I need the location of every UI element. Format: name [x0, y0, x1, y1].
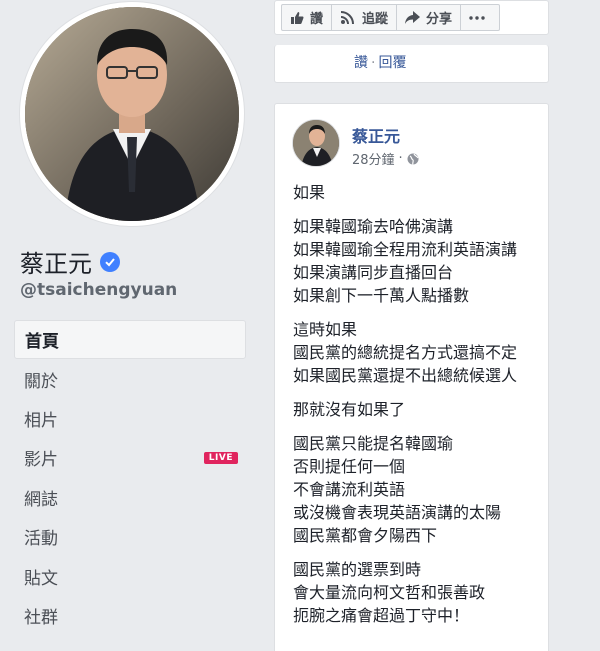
- nav-item-label: 首頁: [25, 332, 59, 353]
- post-paragraph: 這時如果國民黨的總統提名方式還搞不定 如果國民黨還提不出總統候選人: [293, 318, 543, 387]
- nav-item-videos[interactable]: 影片 LIVE: [14, 438, 246, 477]
- post-line: 否則提任何一個: [293, 457, 406, 476]
- post-line: 或沒機會表現英語演講的太陽: [293, 503, 502, 522]
- nav-item-label: 影片: [24, 450, 58, 471]
- globe-icon[interactable]: [407, 153, 419, 165]
- post-line: 如果創下一千萬人點播數: [293, 286, 470, 305]
- post-line: 如果: [293, 183, 326, 202]
- nav-item-notes[interactable]: 網誌: [14, 478, 246, 517]
- portrait-illustration: [25, 7, 239, 221]
- page-action-bar: 讚 追蹤 分享: [274, 0, 549, 35]
- profile-picture[interactable]: [20, 2, 244, 226]
- post-line: 國民黨的總統提名方式還搞不定: [293, 343, 518, 362]
- post-line: 國民黨的選票到時: [293, 560, 422, 579]
- separator-dot: ·: [398, 151, 403, 166]
- profile-column: 蔡正元 @tsaichengyuan 首頁 關於 相片 影片 LIVE 網誌 活動…: [0, 0, 262, 651]
- post-line: 不會講流利英語: [293, 480, 406, 499]
- previous-post-comment-strip: 讚 · 回覆: [274, 45, 549, 83]
- author-portrait: [293, 120, 339, 166]
- nav-item-label: 關於: [24, 371, 58, 392]
- post-line: 那就沒有如果了: [293, 400, 406, 419]
- post-meta: 28分鐘 ·: [352, 149, 419, 168]
- nav-item-label: 社群: [24, 607, 58, 628]
- follow-button[interactable]: 追蹤: [332, 4, 398, 31]
- post-line: 如果演講同步直播回台: [293, 263, 454, 282]
- post-line: 會大量流向柯文哲和張善政: [293, 583, 486, 602]
- more-icon: [469, 15, 485, 20]
- more-options-button[interactable]: [461, 4, 501, 31]
- post-paragraph: 如果: [293, 181, 543, 204]
- nav-item-events[interactable]: 活動: [14, 517, 246, 556]
- rss-icon: [340, 10, 355, 24]
- follow-label: 追蹤: [362, 12, 389, 27]
- nav-item-about[interactable]: 關於: [14, 359, 246, 398]
- profile-name-row: 蔡正元: [20, 244, 120, 279]
- post-line: 如果國民黨還提不出總統候選人: [293, 366, 518, 385]
- post-line: 國民黨都會夕陽西下: [293, 526, 438, 545]
- nav-item-photos[interactable]: 相片: [14, 399, 246, 438]
- nav-item-label: 網誌: [24, 489, 58, 510]
- post-line: 扼腕之痛會超過丁守中！: [293, 606, 470, 625]
- post-line: 這時如果: [293, 320, 358, 339]
- post-paragraph: 國民黨的選票到時會大量流向柯文哲和張善政 扼腕之痛會超過丁守中！: [293, 558, 543, 627]
- comment-reply-link[interactable]: 回覆: [378, 55, 406, 71]
- page-title[interactable]: 蔡正元: [20, 244, 92, 279]
- post-text: 如果如果韓國瑜去哈佛演講如果韓國瑜全程用流利英語演講 如果演講同步直播回台 如果創下…: [293, 181, 543, 638]
- like-label: 讚: [310, 12, 324, 27]
- page-handle: @tsaichengyuan: [20, 280, 178, 300]
- comment-actions: 讚 · 回覆: [354, 52, 406, 72]
- verified-badge-icon: [100, 251, 120, 272]
- post-card: 蔡正元 28分鐘 · 如果如果韓國瑜去哈佛演講如果韓國瑜全程用流利英語演講 如果演…: [274, 103, 549, 651]
- post-line: 如果韓國瑜全程用流利英語演講: [293, 240, 518, 259]
- live-badge: LIVE: [203, 451, 238, 464]
- separator-dot: ·: [371, 55, 376, 71]
- post-line: 國民黨只能提名韓國瑜: [293, 434, 454, 453]
- thumbs-up-icon: [291, 11, 304, 24]
- nav-item-posts[interactable]: 貼文: [14, 556, 246, 595]
- nav-item-label: 貼文: [24, 568, 58, 589]
- share-arrow-icon: [405, 11, 421, 24]
- post-paragraph: 如果韓國瑜去哈佛演講如果韓國瑜全程用流利英語演講 如果演講同步直播回台 如果創下一千…: [293, 215, 543, 307]
- nav-item-label: 活動: [24, 529, 58, 550]
- post-timestamp[interactable]: 28分鐘: [352, 149, 395, 168]
- share-button[interactable]: 分享: [397, 4, 462, 31]
- nav-item-community[interactable]: 社群: [14, 596, 246, 635]
- page-nav: 首頁 關於 相片 影片 LIVE 網誌 活動 貼文 社群: [14, 320, 246, 635]
- post-line: 如果韓國瑜去哈佛演講: [293, 217, 454, 236]
- post-paragraph: 國民黨只能提名韓國瑜 否則提任何一個 不會講流利英語或沒機會表現英語演講的太陽 國民黨…: [293, 432, 543, 547]
- avatar: [25, 7, 239, 221]
- share-label: 分享: [426, 12, 453, 27]
- comment-like-link[interactable]: 讚: [354, 55, 368, 71]
- post-paragraph: 那就沒有如果了: [293, 398, 543, 421]
- nav-item-home[interactable]: 首頁: [14, 320, 246, 360]
- nav-item-label: 相片: [24, 410, 58, 431]
- like-page-button[interactable]: 讚: [281, 4, 333, 31]
- post-author-name[interactable]: 蔡正元: [352, 123, 400, 147]
- post-author-avatar[interactable]: [292, 119, 340, 167]
